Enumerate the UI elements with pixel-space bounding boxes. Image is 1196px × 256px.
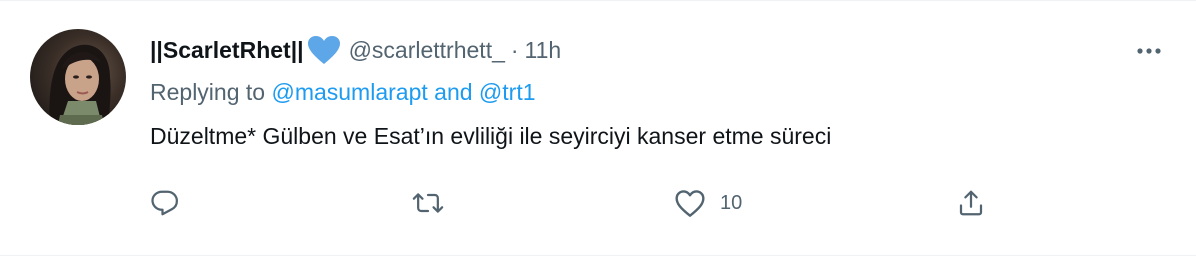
avatar[interactable] (30, 29, 126, 125)
share-icon (959, 190, 983, 216)
more-horizontal-icon (1137, 48, 1161, 54)
avatar-portrait-icon (49, 44, 111, 125)
like-heart-icon (675, 190, 705, 217)
display-name[interactable]: ||ScarletRhet|| (150, 37, 304, 64)
reply-target-link[interactable]: @trt1 (479, 79, 536, 105)
reply-target-link[interactable]: @masumlarapt (271, 79, 427, 105)
like-button[interactable]: 10 (674, 185, 742, 221)
reply-conjunction: and (434, 79, 473, 105)
more-options-button[interactable] (1134, 39, 1164, 63)
retweet-button[interactable] (412, 185, 458, 221)
tweet-actions: 10 (150, 185, 1050, 221)
tweet-header: ||ScarletRhet|| @scarlettrhett_ · 11h (150, 33, 561, 67)
like-count: 10 (720, 191, 743, 214)
tweet[interactable]: ||ScarletRhet|| @scarlettrhett_ · 11h Re… (0, 0, 1196, 256)
reply-button[interactable] (150, 185, 194, 221)
retweet-icon (412, 193, 444, 213)
separator-dot: · (510, 36, 519, 63)
blue-heart-icon (307, 35, 341, 65)
replying-to-line: Replying to @masumlarapt and @trt1 (150, 79, 536, 106)
user-handle[interactable]: @scarlettrhett_ (349, 37, 505, 64)
replying-prefix: Replying to (150, 79, 266, 105)
tweet-text: Düzeltme* Gülben ve Esat’ın evliliği ile… (150, 123, 832, 149)
reply-icon (151, 190, 178, 216)
share-button[interactable] (956, 185, 1000, 221)
tweet-time[interactable]: 11h (525, 37, 562, 64)
